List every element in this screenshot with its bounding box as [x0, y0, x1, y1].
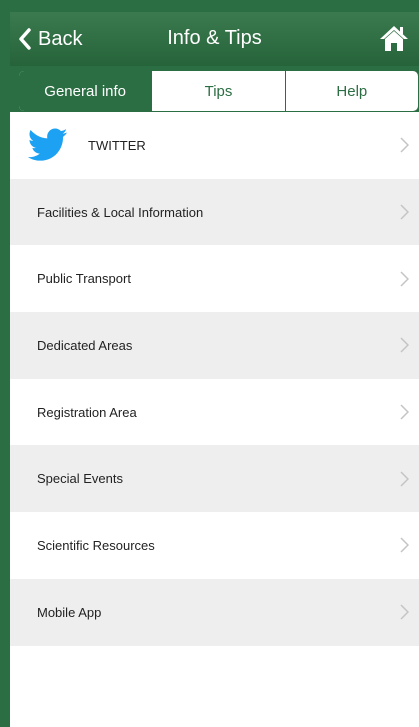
list-item-label: TWITTER [88, 137, 146, 153]
tab-tips[interactable]: Tips [152, 71, 286, 111]
list-item-label: Dedicated Areas [37, 337, 133, 353]
chevron-right-icon [400, 404, 409, 420]
list-item-label: Scientific Resources [37, 537, 155, 553]
list-item-scientific-resources[interactable]: Scientific Resources [10, 512, 419, 579]
list-item-label: Facilities & Local Information [37, 204, 204, 220]
home-icon[interactable] [379, 24, 409, 52]
page-title: Info & Tips [167, 27, 262, 49]
list-item-registration-area[interactable]: Registration Area [10, 379, 419, 446]
nav-bar: Back Info & Tips [10, 12, 419, 66]
chevron-right-icon [400, 604, 409, 620]
chevron-right-icon [400, 271, 409, 287]
list-item-special-events[interactable]: Special Events [10, 445, 419, 513]
app-frame: Back Info & Tips General info Tips Help … [0, 0, 419, 727]
chevron-right-icon [400, 537, 409, 553]
list-item-label: Registration Area [37, 404, 137, 420]
chevron-right-icon [400, 137, 409, 153]
list-item-label: Public Transport [37, 271, 131, 287]
list-item-mobile-app[interactable]: Mobile App [10, 578, 419, 646]
info-list: TWITTER Facilities & Local Information P… [10, 112, 419, 727]
list-item-label: Special Events [37, 471, 123, 487]
chevron-right-icon [400, 471, 409, 487]
list-item-dedicated-areas[interactable]: Dedicated Areas [10, 312, 419, 379]
chevron-right-icon [400, 204, 409, 220]
twitter-bird-icon [28, 128, 68, 162]
list-item-facilities[interactable]: Facilities & Local Information [10, 178, 419, 246]
list-item-twitter[interactable]: TWITTER [10, 112, 419, 179]
tab-help[interactable]: Help [286, 71, 418, 111]
list-item-label: Mobile App [37, 604, 102, 620]
tab-general-info[interactable]: General info [19, 71, 153, 111]
chevron-right-icon [400, 337, 409, 353]
segmented-control: General info Tips Help [18, 70, 419, 112]
list-item-public-transport[interactable]: Public Transport [10, 245, 419, 312]
